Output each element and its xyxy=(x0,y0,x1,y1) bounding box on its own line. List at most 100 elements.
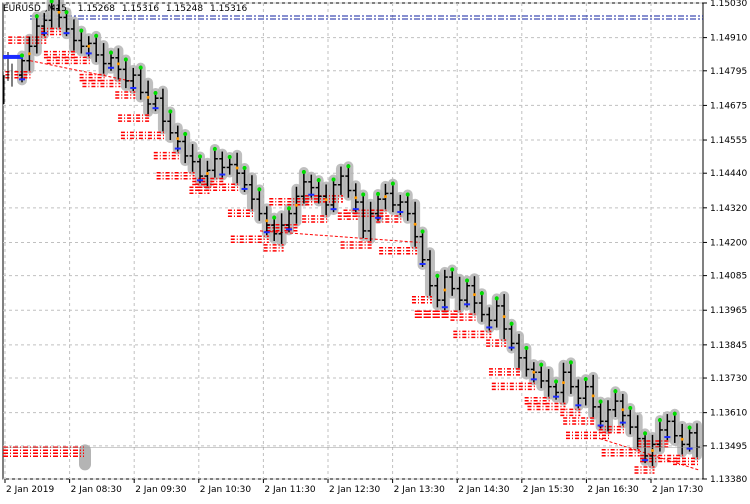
price-tick-label: 1.14085 xyxy=(710,272,747,282)
green-marker xyxy=(331,177,336,182)
green-marker xyxy=(583,377,588,382)
low-value: 1.15248 xyxy=(165,4,204,14)
orange-marker xyxy=(324,198,328,202)
blue-marker xyxy=(330,208,337,211)
green-marker xyxy=(346,164,351,169)
time-tick-label: 2 Jan 17:30 xyxy=(652,485,704,495)
blue-marker xyxy=(352,208,359,211)
chart-header: EURUSD ,M15 1.15268 1.15316 1.15248 1.153… xyxy=(3,4,251,14)
green-marker xyxy=(435,273,440,278)
blue-marker xyxy=(664,436,671,439)
blue-marker xyxy=(174,147,181,150)
green-marker xyxy=(509,321,514,326)
time-tick-label: 2 Jan 09:30 xyxy=(135,485,187,495)
trail-segment xyxy=(79,444,91,471)
green-marker xyxy=(212,146,217,151)
time-tick-label: 2 Jan 12:30 xyxy=(329,485,381,495)
time-tick-label: 2 Jan 08:30 xyxy=(71,485,123,495)
green-marker xyxy=(257,187,262,192)
price-tick-label: 1.13965 xyxy=(710,306,747,316)
orange-marker xyxy=(383,195,387,199)
green-marker xyxy=(272,215,277,220)
blue-marker xyxy=(130,86,137,89)
blue-marker xyxy=(530,378,537,381)
price-tick-label: 1.14440 xyxy=(710,169,747,179)
green-marker xyxy=(672,411,677,416)
green-marker xyxy=(153,90,158,95)
blue-marker xyxy=(152,107,159,110)
orange-marker xyxy=(502,315,506,319)
blue-marker xyxy=(263,231,270,234)
blue-marker xyxy=(397,211,404,214)
orange-marker xyxy=(87,44,91,48)
blue-marker xyxy=(108,66,115,69)
blue-marker xyxy=(464,303,471,306)
blue-marker xyxy=(642,459,649,462)
green-marker xyxy=(687,425,692,430)
symbol-timeframe: EURUSD ,M15 xyxy=(3,4,67,14)
time-tick-label: 2 Jan 16:30 xyxy=(587,485,639,495)
close-value: 1.15316 xyxy=(210,4,248,14)
orange-marker xyxy=(176,137,180,141)
green-marker xyxy=(361,192,366,197)
time-tick-label: 2 Jan 2019 xyxy=(6,485,54,495)
price-tick-label: 1.13495 xyxy=(710,442,747,452)
timeframe-label: M15 xyxy=(47,4,67,14)
green-marker xyxy=(657,418,662,423)
blue-marker xyxy=(508,346,515,349)
blue-marker xyxy=(308,193,315,196)
orange-marker xyxy=(294,203,298,207)
green-marker xyxy=(301,170,306,175)
green-marker xyxy=(198,154,203,159)
time-tick-label: 2 Jan 15:30 xyxy=(523,485,575,495)
green-marker xyxy=(598,399,603,404)
orange-marker xyxy=(354,196,358,200)
orange-marker xyxy=(413,222,417,226)
green-marker xyxy=(287,206,292,211)
blue-marker xyxy=(419,262,426,265)
orange-marker xyxy=(650,448,654,452)
green-marker xyxy=(183,131,188,136)
price-tick-label: 1.15030 xyxy=(710,0,747,9)
orange-marker xyxy=(621,408,625,412)
green-marker xyxy=(109,50,114,55)
green-marker xyxy=(450,267,455,272)
price-tick-label: 1.14200 xyxy=(710,238,747,248)
green-marker xyxy=(94,33,99,38)
orange-marker xyxy=(532,370,536,374)
orange-marker xyxy=(680,437,684,441)
blue-marker xyxy=(686,447,693,450)
price-tick-label: 1.13380 xyxy=(710,475,747,485)
green-marker xyxy=(420,229,425,234)
orange-marker xyxy=(265,219,269,223)
blue-marker xyxy=(375,216,382,219)
orange-marker xyxy=(205,171,209,175)
green-marker xyxy=(138,65,143,70)
green-marker xyxy=(465,278,470,283)
high-value: 1.15316 xyxy=(121,4,160,14)
blue-marker xyxy=(219,173,226,176)
chart-window[interactable]: 1.15030 1.14910 1.14795 1.14675 1.14555 1.144… xyxy=(0,0,750,500)
orange-marker xyxy=(235,166,239,170)
blue-marker xyxy=(286,228,293,231)
green-marker xyxy=(643,431,648,436)
blue-marker xyxy=(197,179,204,182)
green-marker xyxy=(568,360,573,365)
orange-marker xyxy=(146,95,150,99)
green-marker xyxy=(539,362,544,367)
green-marker xyxy=(316,178,321,183)
symbol-label: EURUSD xyxy=(3,4,41,14)
price-tick-label: 1.14795 xyxy=(710,67,747,77)
green-marker xyxy=(79,28,84,33)
orange-marker xyxy=(443,288,447,292)
price-chart[interactable]: 1.15030 1.14910 1.14795 1.14675 1.14555 1.144… xyxy=(0,0,750,500)
blue-marker xyxy=(63,32,70,35)
blue-marker xyxy=(19,78,25,81)
blue-marker xyxy=(619,421,626,424)
green-marker xyxy=(494,296,499,301)
blue-marker xyxy=(241,187,248,190)
green-marker xyxy=(479,291,484,296)
blue-marker xyxy=(553,395,560,398)
green-marker xyxy=(628,406,633,411)
orange-marker xyxy=(591,394,595,398)
